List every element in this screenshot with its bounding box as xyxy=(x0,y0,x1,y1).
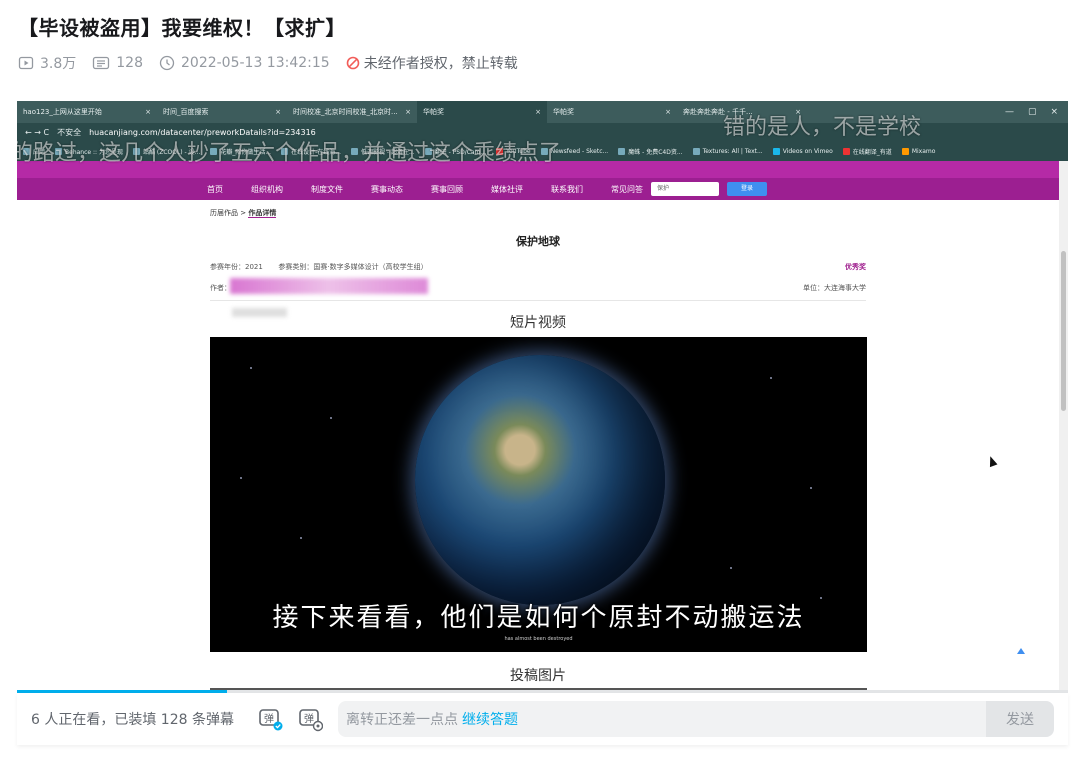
danmaku-toggle-icon[interactable]: 弹 xyxy=(256,705,284,733)
publish-time-text: 2022-05-13 13:42:15 xyxy=(181,55,330,71)
site-login-button: 登录 xyxy=(727,182,767,196)
viewer-count: 6 人正在看，已装填 128 条弹幕 xyxy=(31,712,234,728)
view-count-text: 3.8万 xyxy=(40,56,77,72)
browser-tab: 时间_百度搜索 × xyxy=(163,108,281,116)
video-player[interactable]: hao123_上网从这里开始 × 时间_百度搜索 × 时间校准_北京时间校准_北京时… xyxy=(17,101,1068,691)
bookmark: 在线翻译_有道 xyxy=(842,147,892,156)
work-info-left: 参赛年份：2021 参赛类别：国赛·数字多媒体设计（高校学生组） xyxy=(210,263,428,271)
send-button[interactable]: 发送 xyxy=(986,701,1054,737)
site-nav-item: 制度文件 xyxy=(311,184,343,194)
section-video-heading: 短片视频 xyxy=(510,315,566,331)
page-scrollbar xyxy=(1059,161,1068,691)
continue-quiz-link[interactable]: 继续答题 xyxy=(462,709,518,729)
browser-tab: 时间校准_北京时间校准_北京时... × xyxy=(293,108,411,116)
browser-tab: 华帕奖 × xyxy=(417,101,547,123)
publish-time: 2022-05-13 13:42:15 xyxy=(159,55,330,71)
forbid-icon xyxy=(346,56,360,70)
breadcrumb: 历届作品 > 作品详情 xyxy=(210,209,277,218)
browser-tab: 华帕奖 × xyxy=(553,108,671,116)
site-nav-item: 赛事动态 xyxy=(371,184,403,194)
danmaku-input-placeholder: 离转正还差一点点 xyxy=(345,712,458,728)
divider xyxy=(210,300,866,301)
unit-label: 单位：大连海事大学 xyxy=(803,284,866,292)
site-nav-item: 联系我们 xyxy=(551,184,583,194)
bilibili-watermark: bilibili xyxy=(971,641,1055,669)
svg-text:弹: 弹 xyxy=(304,712,314,725)
danmaku-count: 128 xyxy=(92,55,143,71)
video-subtitle: 接下来看看，他们是如何个原封不动搬运法 xyxy=(272,603,805,633)
bookmark: Mixamo xyxy=(901,147,935,155)
tv-play-icon[interactable] xyxy=(963,564,1025,616)
site-search: 保护 xyxy=(651,182,719,196)
danmaku-settings-icon[interactable]: 弹 xyxy=(296,705,324,733)
play-count-icon xyxy=(18,56,34,70)
bookmark: Textures: All | Text... xyxy=(692,147,763,155)
bookmark: Videos on Vimeo xyxy=(772,147,833,155)
scroll-up-icon[interactable] xyxy=(1017,648,1025,654)
work-title: 保护地球 xyxy=(516,235,560,248)
site-nav-item: 常见问答 xyxy=(611,184,643,194)
copyright-notice: 未经作者授权，禁止转载 xyxy=(346,53,518,73)
view-count: 3.8万 xyxy=(18,53,76,73)
danmaku-bar: 6 人正在看，已装填 128 条弹幕 弹 弹 离转正还差一点点 继续答题 发送 xyxy=(17,693,1068,745)
danmaku-input[interactable]: 离转正还差一点点 继续答题 xyxy=(337,701,986,737)
danmaku-count-text: 128 xyxy=(116,55,143,71)
section-images-heading: 投稿图片 xyxy=(510,668,566,684)
danmaku-comment: 错的是人，不是学校 xyxy=(723,115,922,140)
danmaku-comment: 的路过，这几个人抄了五六个作品，并通过这个乘绩点了 xyxy=(17,141,562,166)
video-title: 【毕设被盗用】我要维权！【求扩】 xyxy=(18,16,346,40)
browser-tab: hao123_上网从这里开始 × xyxy=(23,108,151,116)
site-page: 历届作品 > 作品详情 保护地球 参赛年份：2021 参赛类别：国赛·数字多媒体… xyxy=(17,200,1059,691)
video-caption: has almost been destroyed xyxy=(504,636,573,642)
danmaku-count-icon xyxy=(93,56,110,70)
award-label: 优秀奖 xyxy=(845,263,866,271)
svg-text:弹: 弹 xyxy=(264,712,274,725)
site-nav-item: 媒体社评 xyxy=(491,184,523,194)
author-label: 作者： xyxy=(210,284,231,292)
redacted-author xyxy=(230,278,428,294)
earth-image xyxy=(415,355,665,605)
site-nav-item: 组织机构 xyxy=(251,184,283,194)
copyright-text: 未经作者授权，禁止转载 xyxy=(363,56,518,72)
clock-icon xyxy=(159,55,175,71)
embedded-video: 接下来看看，他们是如何个原封不动搬运法 has almost been dest… xyxy=(210,337,867,652)
site-nav-item: 首页 xyxy=(207,184,223,194)
window-controls: — ▢ × xyxy=(1004,107,1058,117)
site-nav-item: 赛事回顾 xyxy=(431,184,463,194)
video-meta: 3.8万 128 2022-05-13 13:42:15 未经作者授权，禁止转载 xyxy=(18,53,534,73)
bookmark: 魔蛛 - 免费C4D资... xyxy=(618,147,683,156)
